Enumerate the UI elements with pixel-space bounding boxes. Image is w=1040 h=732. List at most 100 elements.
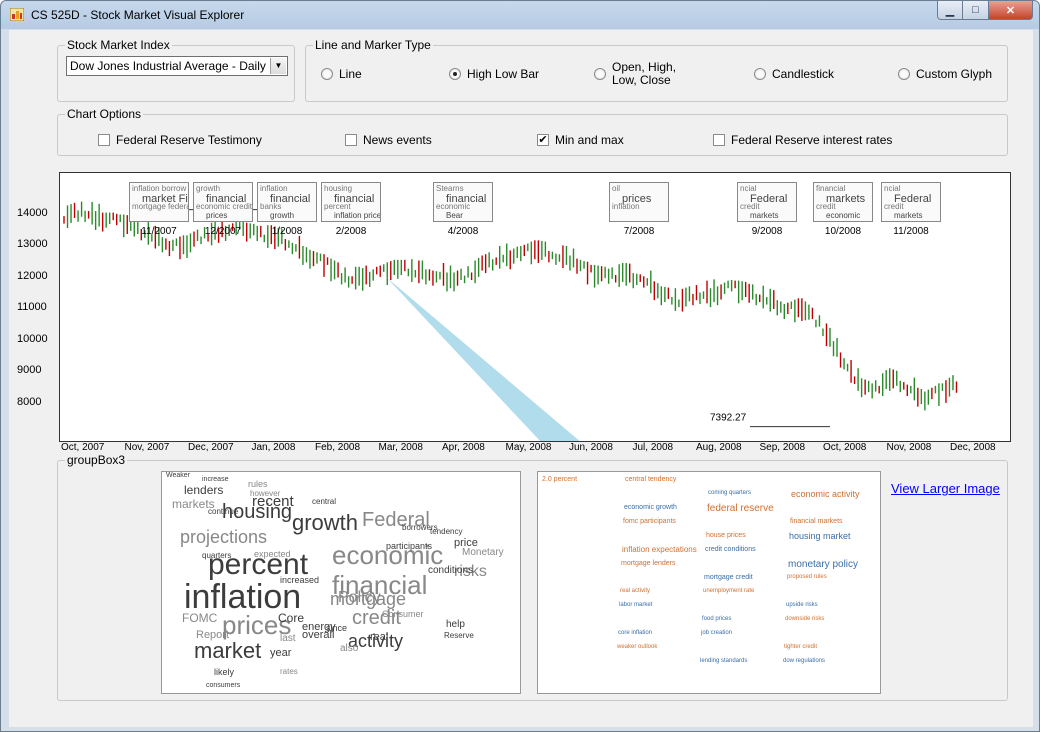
y-tick-label: 11000 [17,301,47,313]
cloud-phrase[interactable]: coming quarters [708,490,751,496]
cloud-word[interactable]: Report [196,630,229,641]
cloud-phrase[interactable]: food prices [702,616,731,622]
cloud-word[interactable]: lenders [184,484,223,496]
minimize-button[interactable]: ▁ [937,1,963,20]
thumbnail-word: Bear [446,211,463,220]
cloud-word[interactable]: rates [280,668,298,676]
cloud-word[interactable]: expected [254,550,291,559]
cloud-phrase[interactable]: financial markets [790,518,843,525]
cloud-word[interactable]: since [326,624,347,633]
title-bar[interactable]: CS 525D - Stock Market Visual Explorer ▁… [1,1,1039,29]
cloud-phrase[interactable]: credit conditions [705,546,756,553]
cloud-phrase[interactable]: monetary policy [788,560,858,570]
radio-indicator[interactable] [594,68,606,80]
cloud-word[interactable]: FOMC [182,612,217,624]
checkbox-indicator[interactable] [713,134,725,146]
cloud-word[interactable]: borrowers [402,524,438,532]
month-word-cloud-thumbnail[interactable]: growth financial economic credit prices [193,182,253,222]
cloud-phrase[interactable]: federal reserve [707,504,774,514]
cloud-word[interactable]: consumers [206,682,240,689]
radio-indicator[interactable] [898,68,910,80]
month-word-cloud-thumbnail[interactable]: housing financial percent inflation prices [321,182,381,222]
cloud-phrase[interactable]: inflation expectations [622,546,697,554]
cloud-word[interactable]: also [340,644,358,654]
cloud-word[interactable]: last [280,634,296,644]
cloud-phrase[interactable]: economic growth [624,504,677,511]
cloud-word[interactable]: projections [180,528,267,546]
view-larger-image-link[interactable]: View Larger Image [891,481,1000,496]
cloud-word[interactable]: quarters [202,552,231,560]
checkbox-indicator[interactable] [345,134,357,146]
checkbox-fed-rates[interactable]: Federal Reserve interest rates [713,133,892,147]
cloud-phrase[interactable]: tighter credit [784,644,817,650]
cloud-word[interactable]: increase [202,476,228,483]
cloud-phrase[interactable]: housing market [789,532,851,541]
cloud-phrase[interactable]: unemployment rate [703,588,754,594]
month-word-cloud-thumbnail[interactable]: oil prices inflation [609,182,669,222]
cloud-word[interactable]: rules [248,480,268,489]
cloud-word[interactable]: help [446,620,465,630]
cloud-word[interactable]: growth [292,512,358,534]
close-button[interactable]: ✕ [989,1,1033,20]
cloud-phrase[interactable]: economic activity [791,490,860,499]
cloud-phrase[interactable]: downside risks [785,616,824,622]
cloud-phrase[interactable]: 2.0 percent [542,476,577,483]
cloud-word[interactable]: however [250,490,280,498]
month-word-cloud-thumbnail[interactable]: inflation financial banks growth [257,182,317,222]
cloud-phrase[interactable]: mortgage lenders [621,560,675,567]
cloud-word[interactable]: continue [208,508,238,516]
cloud-phrase[interactable]: lending standards [700,658,747,664]
cloud-phrase[interactable]: central tendency [625,476,676,483]
cloud-phrase[interactable]: house prices [706,532,746,539]
cloud-word[interactable]: Consumer [382,610,424,619]
radio-indicator[interactable] [449,68,461,80]
radio-line[interactable]: Line [321,67,362,81]
cloud-word[interactable]: central [312,498,336,506]
checkbox-indicator[interactable]: ✔ [537,134,549,146]
radio-indicator[interactable] [754,68,766,80]
cloud-word[interactable]: market [194,640,261,662]
thumbnail-word: inflation [260,184,288,193]
word-cloud-large[interactable]: inflation percent economic financial prices m… [161,471,521,694]
cloud-phrase[interactable]: fomc participants [623,518,676,525]
index-select[interactable]: Dow Jones Industrial Average - Daily ▼ [66,56,288,76]
checkbox-min-max[interactable]: ✔ Min and max [537,133,624,147]
radio-custom-glyph[interactable]: Custom Glyph [898,67,992,81]
month-word-cloud-thumbnail[interactable]: Stearns financial economic Bear [433,182,493,222]
radio-candlestick[interactable]: Candlestick [754,67,834,81]
month-word-cloud-thumbnail[interactable]: ncial Federal credit markets [737,182,797,222]
checkbox-news-events[interactable]: News events [345,133,432,147]
cloud-phrase[interactable]: job creation [701,630,732,636]
cloud-word[interactable]: participants [386,542,432,551]
checkbox-fed-testimony[interactable]: Federal Reserve Testimony [98,133,262,147]
cloud-phrase[interactable]: upside risks [786,602,818,608]
cloud-phrase[interactable]: mortgage credit [704,574,753,581]
checkbox-indicator[interactable] [98,134,110,146]
cloud-word[interactable]: increased [280,576,319,585]
month-word-cloud-thumbnail[interactable]: ncial Federal credit markets [881,182,941,222]
cloud-word[interactable]: conditions [428,566,473,576]
cloud-word[interactable]: Monetary [462,548,504,558]
maximize-button[interactable]: □ [963,1,989,20]
cloud-word[interactable]: year [270,648,291,659]
cloud-phrase[interactable]: labor market [619,602,652,608]
cloud-phrase[interactable]: core inflation [618,630,652,636]
month-word-cloud-thumbnail[interactable]: inflation borrowmarket Financmortgage fe… [129,182,189,222]
radio-indicator[interactable] [321,68,333,80]
month-word-cloud-thumbnail[interactable]: financial markets credit economic [813,182,873,222]
cloud-word[interactable]: real [370,632,388,643]
cloud-word[interactable]: likely [214,668,234,677]
cloud-word[interactable]: Core [278,612,304,624]
cloud-word[interactable]: Weaker [166,472,190,479]
cloud-phrase[interactable]: real activity [620,588,650,594]
radio-ohlc[interactable]: Open, High, Low, Close [594,61,676,87]
radio-high-low-bar[interactable]: High Low Bar [449,67,539,81]
chevron-down-icon[interactable]: ▼ [270,58,286,74]
cloud-phrase[interactable]: weaker outlook [617,644,657,650]
cloud-phrase[interactable]: proposed rules [787,574,827,580]
word-cloud-phrases[interactable]: 2.0 percent central tendency coming quarte… [537,471,881,694]
cloud-word[interactable]: Reserve [444,632,474,640]
cloud-word[interactable]: Policy [338,590,381,606]
cloud-phrase[interactable]: dow regulations [783,658,825,664]
cloud-word[interactable]: inflation [184,580,301,614]
